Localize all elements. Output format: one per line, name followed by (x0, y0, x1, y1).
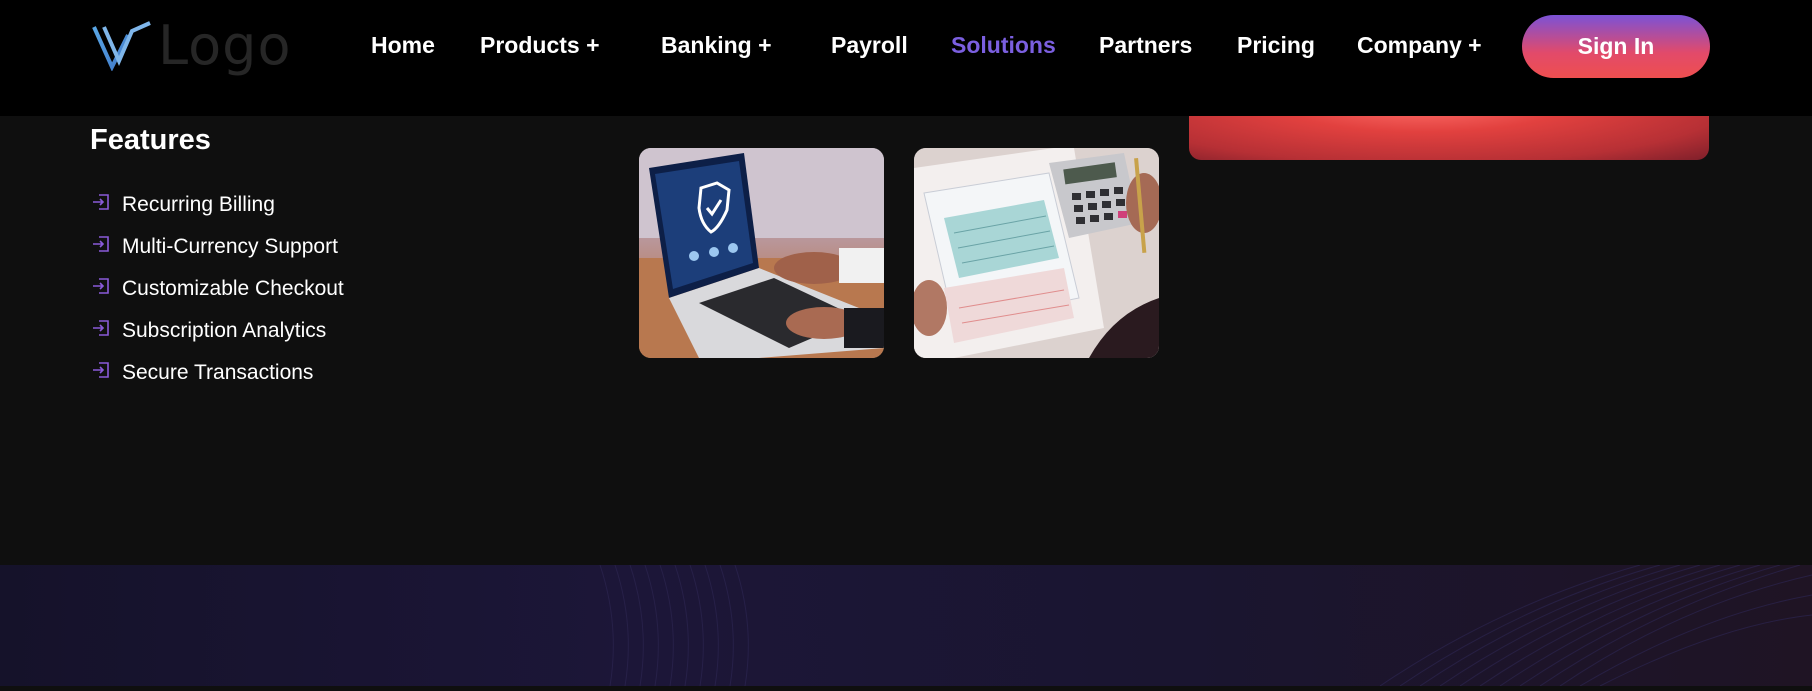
sign-in-button[interactable]: Sign In (1522, 15, 1710, 78)
decorative-lines (599, 564, 1812, 687)
nav-products[interactable]: Products + (480, 32, 600, 59)
logo-text: Logo (158, 14, 292, 77)
list-item: Multi-Currency Support (92, 226, 344, 268)
login-arrow-icon (93, 362, 109, 378)
laptop-security-image (639, 148, 884, 358)
login-arrow-icon (93, 236, 109, 252)
feature-label: Secure Transactions (122, 361, 314, 384)
list-item: Secure Transactions (92, 352, 344, 394)
nav-solutions[interactable]: Solutions (951, 32, 1056, 59)
feature-label: Multi-Currency Support (122, 235, 338, 258)
feature-label: Recurring Billing (122, 193, 275, 216)
feature-label: Subscription Analytics (122, 319, 327, 342)
list-item: Customizable Checkout (92, 268, 344, 310)
features-list: Recurring Billing Multi-Currency Support… (92, 184, 344, 394)
list-item: Subscription Analytics (92, 310, 344, 352)
login-arrow-icon (93, 194, 109, 210)
features-heading: Features (90, 124, 211, 156)
login-arrow-icon (93, 320, 109, 336)
nav-pricing[interactable]: Pricing (1237, 32, 1315, 59)
nav-payroll[interactable]: Payroll (831, 32, 908, 59)
logo[interactable]: Logo (92, 16, 292, 76)
nav-home[interactable]: Home (371, 32, 435, 59)
nav-partners[interactable]: Partners (1099, 32, 1192, 59)
nav-banking[interactable]: Banking + (661, 32, 772, 59)
feature-label: Customizable Checkout (122, 277, 344, 300)
invoice-illustration (914, 148, 1159, 358)
invoice-calculator-image (914, 148, 1159, 358)
list-item: Recurring Billing (92, 184, 344, 226)
login-arrow-icon (93, 278, 109, 294)
next-section-background (0, 564, 1812, 687)
nav-company[interactable]: Company + (1357, 32, 1482, 59)
top-navbar: Logo Home Products + Banking + Payroll S… (0, 0, 1812, 116)
logo-mark-icon (92, 21, 151, 71)
laptop-illustration (639, 148, 884, 358)
